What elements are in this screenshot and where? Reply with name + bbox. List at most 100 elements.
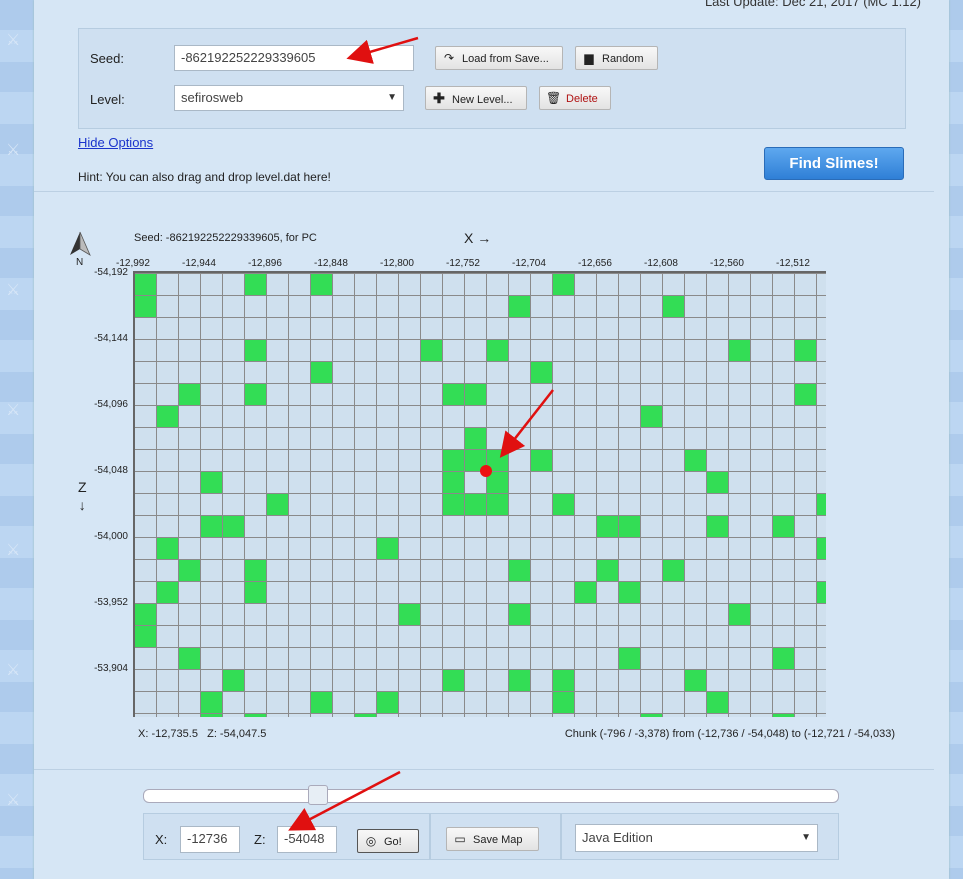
slime-chunk[interactable] [486,339,508,361]
slime-map-canvas[interactable] [134,273,826,717]
slime-map[interactable] [134,273,826,717]
slime-chunk[interactable] [552,669,574,691]
slime-chunk[interactable] [442,669,464,691]
x-tick-label: -12,656 [578,258,612,269]
slime-chunk[interactable] [552,273,574,295]
seed-input[interactable]: -862192252229339605 [174,45,414,71]
sword-icon: ⚔ [6,662,21,679]
slime-chunk[interactable] [244,273,266,295]
slime-chunk[interactable] [816,493,826,515]
slime-chunk[interactable] [706,515,728,537]
chevron-down-icon: ▼ [387,92,397,103]
slime-chunk[interactable] [442,493,464,515]
slime-chunk[interactable] [706,471,728,493]
slime-chunk[interactable] [156,405,178,427]
slime-chunk[interactable] [442,383,464,405]
slime-chunk[interactable] [794,339,816,361]
slime-chunk[interactable] [684,449,706,471]
slime-chunk[interactable] [420,339,442,361]
trash-icon: 🗑 [546,91,562,105]
slime-chunk[interactable] [134,295,156,317]
slime-chunk[interactable] [244,559,266,581]
hint-text: Hint: You can also drag and drop level.d… [78,170,331,184]
slime-chunk[interactable] [618,581,640,603]
load-from-save-button[interactable]: ↷ Load from Save... [435,46,563,70]
slime-chunk[interactable] [618,647,640,669]
last-update-text: Last Update: Dec 21, 2017 (MC 1.12) [704,0,921,9]
z-axis-label: Z ↓ [78,478,87,514]
slime-chunk[interactable] [816,537,826,559]
slime-chunk[interactable] [662,559,684,581]
slime-chunk[interactable] [266,493,288,515]
save-map-button[interactable]: ▭ Save Map [446,827,539,851]
slime-chunk[interactable] [794,383,816,405]
sword-icon: ⚔ [6,402,21,419]
slime-chunk[interactable] [596,559,618,581]
slime-chunk[interactable] [310,273,332,295]
z-input[interactable]: -54048 [277,826,337,853]
delete-button[interactable]: 🗑 Delete [539,86,611,110]
slime-chunk[interactable] [310,361,332,383]
slime-chunk[interactable] [508,559,530,581]
slime-chunk[interactable] [464,427,486,449]
slime-chunk[interactable] [508,603,530,625]
z-tick-label: -54,144 [94,333,128,344]
slime-chunk[interactable] [530,361,552,383]
x-input-label: X: [155,832,168,847]
slime-chunk[interactable] [618,515,640,537]
slime-chunk[interactable] [706,691,728,713]
slime-chunk[interactable] [376,691,398,713]
slime-chunk[interactable] [200,691,222,713]
slime-chunk[interactable] [222,669,244,691]
slime-chunk[interactable] [178,383,200,405]
slime-chunk[interactable] [772,647,794,669]
slime-chunk[interactable] [464,493,486,515]
x-input[interactable]: -12736 [180,826,240,853]
new-level-button[interactable]: ✚ New Level... [425,86,527,110]
slime-chunk[interactable] [442,449,464,471]
slime-chunk[interactable] [398,603,420,625]
slime-chunk[interactable] [816,581,826,603]
zoom-slider-handle[interactable] [308,785,328,805]
slime-chunk[interactable] [552,691,574,713]
slime-chunk[interactable] [200,515,222,537]
slime-chunk[interactable] [772,515,794,537]
slime-chunk[interactable] [244,383,266,405]
slime-chunk[interactable] [486,493,508,515]
slime-chunk[interactable] [134,625,156,647]
slime-chunk[interactable] [134,603,156,625]
slime-chunk[interactable] [376,537,398,559]
level-select[interactable]: sefirosweb ▼ [174,85,404,111]
slime-chunk[interactable] [156,537,178,559]
z-tick-label: -54,048 [94,465,128,476]
slime-chunk[interactable] [200,471,222,493]
slime-chunk[interactable] [244,339,266,361]
slime-chunk[interactable] [728,339,750,361]
find-slimes-button[interactable]: Find Slimes! [764,147,904,180]
slime-chunk[interactable] [464,383,486,405]
slime-chunk[interactable] [640,405,662,427]
slime-chunk[interactable] [596,515,618,537]
slime-chunk[interactable] [508,295,530,317]
slime-chunk[interactable] [552,493,574,515]
slime-chunk[interactable] [684,669,706,691]
zoom-slider-track[interactable] [143,789,839,803]
slime-chunk[interactable] [244,581,266,603]
slime-chunk[interactable] [530,449,552,471]
slime-chunk[interactable] [134,273,156,295]
slime-chunk[interactable] [222,515,244,537]
slime-chunk[interactable] [178,559,200,581]
random-button[interactable]: ▆ Random [575,46,658,70]
edition-select[interactable]: Java Edition ▼ [575,824,818,852]
slime-chunk[interactable] [442,471,464,493]
z-tick-label: -54,000 [94,531,128,542]
slime-chunk[interactable] [662,295,684,317]
slime-chunk[interactable] [156,581,178,603]
slime-chunk[interactable] [508,669,530,691]
slime-chunk[interactable] [178,647,200,669]
slime-chunk[interactable] [574,581,596,603]
hide-options-link[interactable]: Hide Options [78,135,153,150]
slime-chunk[interactable] [310,691,332,713]
slime-chunk[interactable] [728,603,750,625]
go-button[interactable]: ◎ Go! [357,829,419,853]
